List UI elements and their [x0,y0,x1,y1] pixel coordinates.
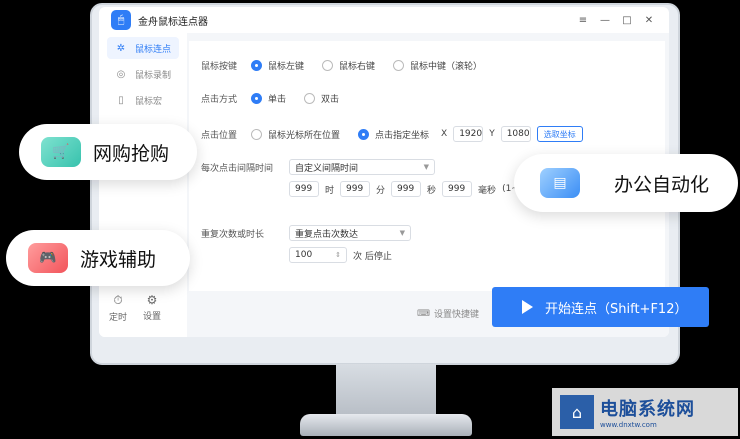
app-title: 金舟鼠标连点器 [138,16,208,28]
repeat-label: 重复次数或时长 [201,229,265,240]
hours-unit: 时 [325,185,335,196]
radio-middle-button[interactable]: 鼠标中键（滚轮） [393,59,482,72]
minimize-icon[interactable]: — [599,15,611,26]
timer-icon: ⏱ [113,293,123,307]
gamepad-icon: 🎮 [28,243,68,273]
timer-button[interactable]: ⏱ 定时 [109,293,127,323]
start-clicking-button[interactable]: 开始连点（Shift+F12） [492,287,709,327]
watermark-url: www.dnxtw.com [600,421,657,429]
ms-unit: 毫秒 [478,185,497,196]
sidebar: ✲ 鼠标连点 ◎ 鼠标录制 ▯ 鼠标宏 ⏱ 定时 ⚙ 设置 [99,33,187,337]
repeat-mode-select[interactable]: 重复点击次数达 ▼ [289,225,411,241]
hours-input[interactable]: 999 [289,181,319,197]
record-icon: ◎ [116,68,126,80]
sidebar-item-label: 鼠标宏 [135,96,163,107]
radio-specified-coord[interactable]: 点击指定坐标 [358,128,429,141]
pill-label: 办公自动化 [614,173,710,196]
click-position-row: 点击位置 鼠标光标所在位置 点击指定坐标 X 1920 Y 1080 选取坐标 [201,126,583,142]
feature-pill-shopping: 🛒 网购抢购 [19,124,197,180]
title-bar: 🖱 金舟鼠标连点器 ≡ — □ ✕ [99,7,669,33]
settings-icon: ⚙ [146,293,158,307]
mouse-icon: ▯ [118,94,124,106]
settings-button[interactable]: ⚙ 设置 [143,293,161,323]
repeat-mode-value: 重复点击次数达 [295,229,359,240]
menu-icon[interactable]: ≡ [577,15,589,26]
pill-label: 网购抢购 [93,142,170,165]
x-coord-input[interactable]: 1920 [453,126,484,142]
repeat-count-value: 100 [295,250,313,260]
click-method-label: 点击方式 [201,95,238,105]
y-coord-input[interactable]: 1080 [500,126,531,142]
monitor-stand-base [300,414,472,436]
pick-coord-button[interactable]: 选取坐标 [536,126,583,142]
sidebar-item-label: 鼠标录制 [135,70,172,81]
interval-label: 每次点击间隔时间 [201,163,274,174]
repeat-row: 重复次数或时长 重复点击次数达 ▼ [201,225,411,241]
click-method-row: 点击方式 单击 双击 [201,92,357,105]
interval-row: 每次点击间隔时间 自定义间隔时间 ▼ [201,159,435,175]
set-hotkey-label: 设置快捷键 [434,310,480,320]
start-label: 开始连点（Shift+F12） [545,301,688,317]
cursor-click-icon: ✲ [116,42,126,54]
sidebar-item-label: 鼠标连点 [135,44,172,55]
sidebar-bottom: ⏱ 定时 ⚙ 设置 [109,293,161,323]
document-icon: ▤ [540,168,580,198]
interval-mode-select[interactable]: 自定义间隔时间 ▼ [289,159,435,175]
mouse-button-row: 鼠标按键 鼠标左键 鼠标右键 鼠标中键（滚轮） [201,59,500,72]
chevron-down-icon: ▼ [423,163,429,171]
x-label: X [441,129,448,139]
radio-single-click[interactable]: 单击 [251,92,286,105]
y-label: Y [489,129,495,139]
repeat-count-stepper[interactable]: 100 ⇕ [289,247,347,263]
sidebar-item-mouse-click[interactable]: ✲ 鼠标连点 [107,37,179,59]
radio-double-click[interactable]: 双击 [304,92,339,105]
mouse-icon: 🖱 [111,10,131,30]
sidebar-item-mouse-record[interactable]: ◎ 鼠标录制 [107,63,179,85]
maximize-icon[interactable]: □ [621,15,633,26]
stepper-arrows-icon: ⇕ [335,251,341,259]
monitor-stand-neck [336,364,436,416]
mouse-button-label: 鼠标按键 [201,62,238,72]
keyboard-icon: ⌨ [417,308,430,319]
repeat-suffix: 次 后停止 [353,251,392,262]
radio-right-button[interactable]: 鼠标右键 [322,59,375,72]
watermark: ⌂ 电脑系统网 www.dnxtw.com [552,388,738,436]
timer-label: 定时 [109,313,128,323]
watermark-name: 电脑系统网 [600,399,695,420]
repeat-count-row: 100 ⇕ 次 后停止 [289,247,392,263]
sidebar-item-mouse-macro[interactable]: ▯ 鼠标宏 [107,89,179,111]
play-icon [522,300,533,314]
watermark-text: 电脑系统网 www.dnxtw.com [600,395,695,429]
set-hotkey-button[interactable]: ⌨ 设置快捷键 [417,307,480,321]
close-icon[interactable]: ✕ [643,15,655,26]
feature-pill-gaming: 🎮 游戏辅助 [6,230,190,286]
seconds-unit: 秒 [427,185,437,196]
radio-cursor-position[interactable]: 鼠标光标所在位置 [251,128,340,141]
interval-mode-value: 自定义间隔时间 [295,163,359,174]
chevron-down-icon: ▼ [399,229,405,237]
minutes-input[interactable]: 999 [340,181,371,197]
feature-pill-office: ▤ 办公自动化 [514,154,738,212]
window-controls: ≡ — □ ✕ [577,15,669,26]
settings-label: 设置 [143,312,162,322]
shopping-cart-icon: 🛒 [41,137,81,167]
seconds-input[interactable]: 999 [391,181,422,197]
watermark-logo-icon: ⌂ [560,395,594,429]
minutes-unit: 分 [376,185,386,196]
ms-input[interactable]: 999 [442,181,473,197]
radio-left-button[interactable]: 鼠标左键 [251,59,304,72]
pill-label: 游戏辅助 [80,248,157,271]
interval-values-row: 999 时 999 分 999 秒 999 毫秒 (1~10 [289,181,530,197]
click-position-label: 点击位置 [201,130,238,141]
